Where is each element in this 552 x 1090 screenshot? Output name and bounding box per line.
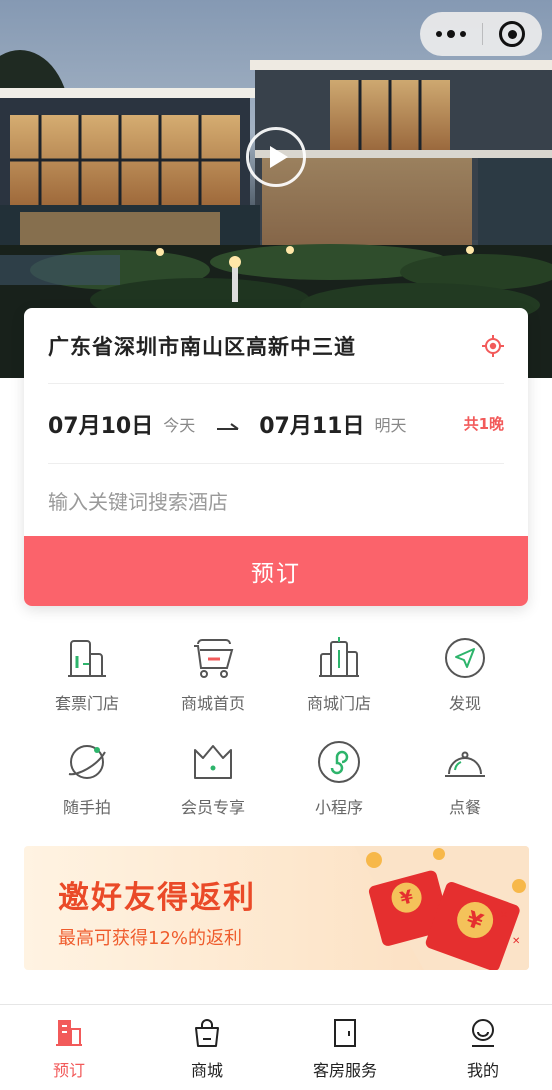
target-close-icon[interactable]: [482, 12, 542, 56]
checkout-day: 明天: [374, 415, 407, 435]
shopping-bag-icon: [195, 1019, 219, 1047]
grid-item-snapshot[interactable]: 随手拍: [24, 734, 150, 830]
door-icon: [334, 1019, 356, 1047]
grid-item-mall-store[interactable]: 商城门店: [276, 630, 402, 726]
location-row[interactable]: 广东省深圳市南山区高新中三道: [48, 308, 504, 384]
tab-label: 我的: [466, 1061, 499, 1080]
grid-item-label: 商城首页: [180, 694, 245, 713]
play-icon[interactable]: [246, 127, 306, 187]
checkin-date: 07月10日: [48, 413, 154, 439]
grid-item-label: 商城门店: [306, 694, 371, 713]
compass-icon: [445, 638, 485, 678]
tab-label: 商城: [190, 1061, 223, 1080]
checkout-date: 07月11日: [259, 413, 365, 439]
grid-item-package-store[interactable]: 套票门店: [24, 630, 150, 726]
grid-item-order-food[interactable]: 点餐: [402, 734, 528, 830]
grid-item-label: 点餐: [448, 798, 481, 817]
grid-item-label: 会员专享: [180, 798, 245, 817]
svg-text:✕: ✕: [500, 910, 508, 921]
crown-icon: [194, 745, 232, 779]
grid-item-label: 发现: [448, 694, 481, 713]
grid-item-label: 小程序: [314, 798, 363, 817]
grid-item-member[interactable]: 会员专享: [150, 734, 276, 830]
tab-mine[interactable]: 我的: [414, 1005, 552, 1090]
mini-program-icon: [318, 741, 360, 783]
booking-card: 广东省深圳市南山区高新中三道 07月10日 今天 07月11日 明天 共1晚 输…: [24, 308, 528, 606]
banner-subtitle: 最高可获得12%的返利: [58, 928, 243, 949]
tab-label: 预订: [52, 1061, 85, 1080]
tab-label: 客房服务: [312, 1061, 377, 1080]
mini-program-capsule: [420, 12, 542, 56]
bottom-tab-bar: 预订 商城 客房服务 我的: [0, 1004, 552, 1090]
grid-item-label: 随手拍: [62, 798, 111, 817]
locate-icon[interactable]: [482, 334, 504, 357]
more-dots-icon[interactable]: [420, 12, 482, 56]
tab-booking[interactable]: 预订: [0, 1005, 138, 1090]
banner-title: 邀好友得返利: [58, 880, 256, 916]
keyword-search-field[interactable]: 输入关键词搜索酒店: [48, 464, 504, 536]
checkin-day: 今天: [163, 415, 196, 435]
grid-item-label: 套票门店: [54, 694, 119, 713]
tab-room-service[interactable]: 客房服务: [276, 1005, 414, 1090]
search-placeholder: 输入关键词搜索酒店: [48, 489, 228, 514]
basket-icon: [194, 639, 234, 678]
grid-item-mall-home[interactable]: 商城首页: [150, 630, 276, 726]
red-envelope-icon: ¥ ¥ ✕ ✕: [354, 846, 529, 970]
city-buildings-icon: [319, 637, 359, 677]
building-store-icon: [68, 640, 106, 677]
tab-mall[interactable]: 商城: [138, 1005, 276, 1090]
grid-item-discover[interactable]: 发现: [402, 630, 528, 726]
feature-grid: 套票门店 商城首页 商城门店 发现 随手拍 会员专享 小程序 点餐: [24, 630, 528, 830]
grid-item-mini-program[interactable]: 小程序: [276, 734, 402, 830]
hotel-icon: [56, 1020, 82, 1046]
date-row[interactable]: 07月10日 今天 07月11日 明天 共1晚: [48, 384, 504, 464]
address-text: 广东省深圳市南山区高新中三道: [48, 334, 356, 359]
nights-count: 共1晚: [463, 415, 504, 433]
user-icon: [472, 1019, 494, 1047]
book-button[interactable]: 预订: [24, 536, 528, 606]
planet-icon: [68, 745, 106, 779]
svg-text:✕: ✕: [512, 936, 520, 947]
arrow-right-icon: [217, 418, 239, 430]
invite-banner[interactable]: 邀好友得返利 最高可获得12%的返利 ¥ ¥ ✕ ✕: [24, 846, 529, 970]
dish-cloche-icon: [445, 751, 485, 777]
